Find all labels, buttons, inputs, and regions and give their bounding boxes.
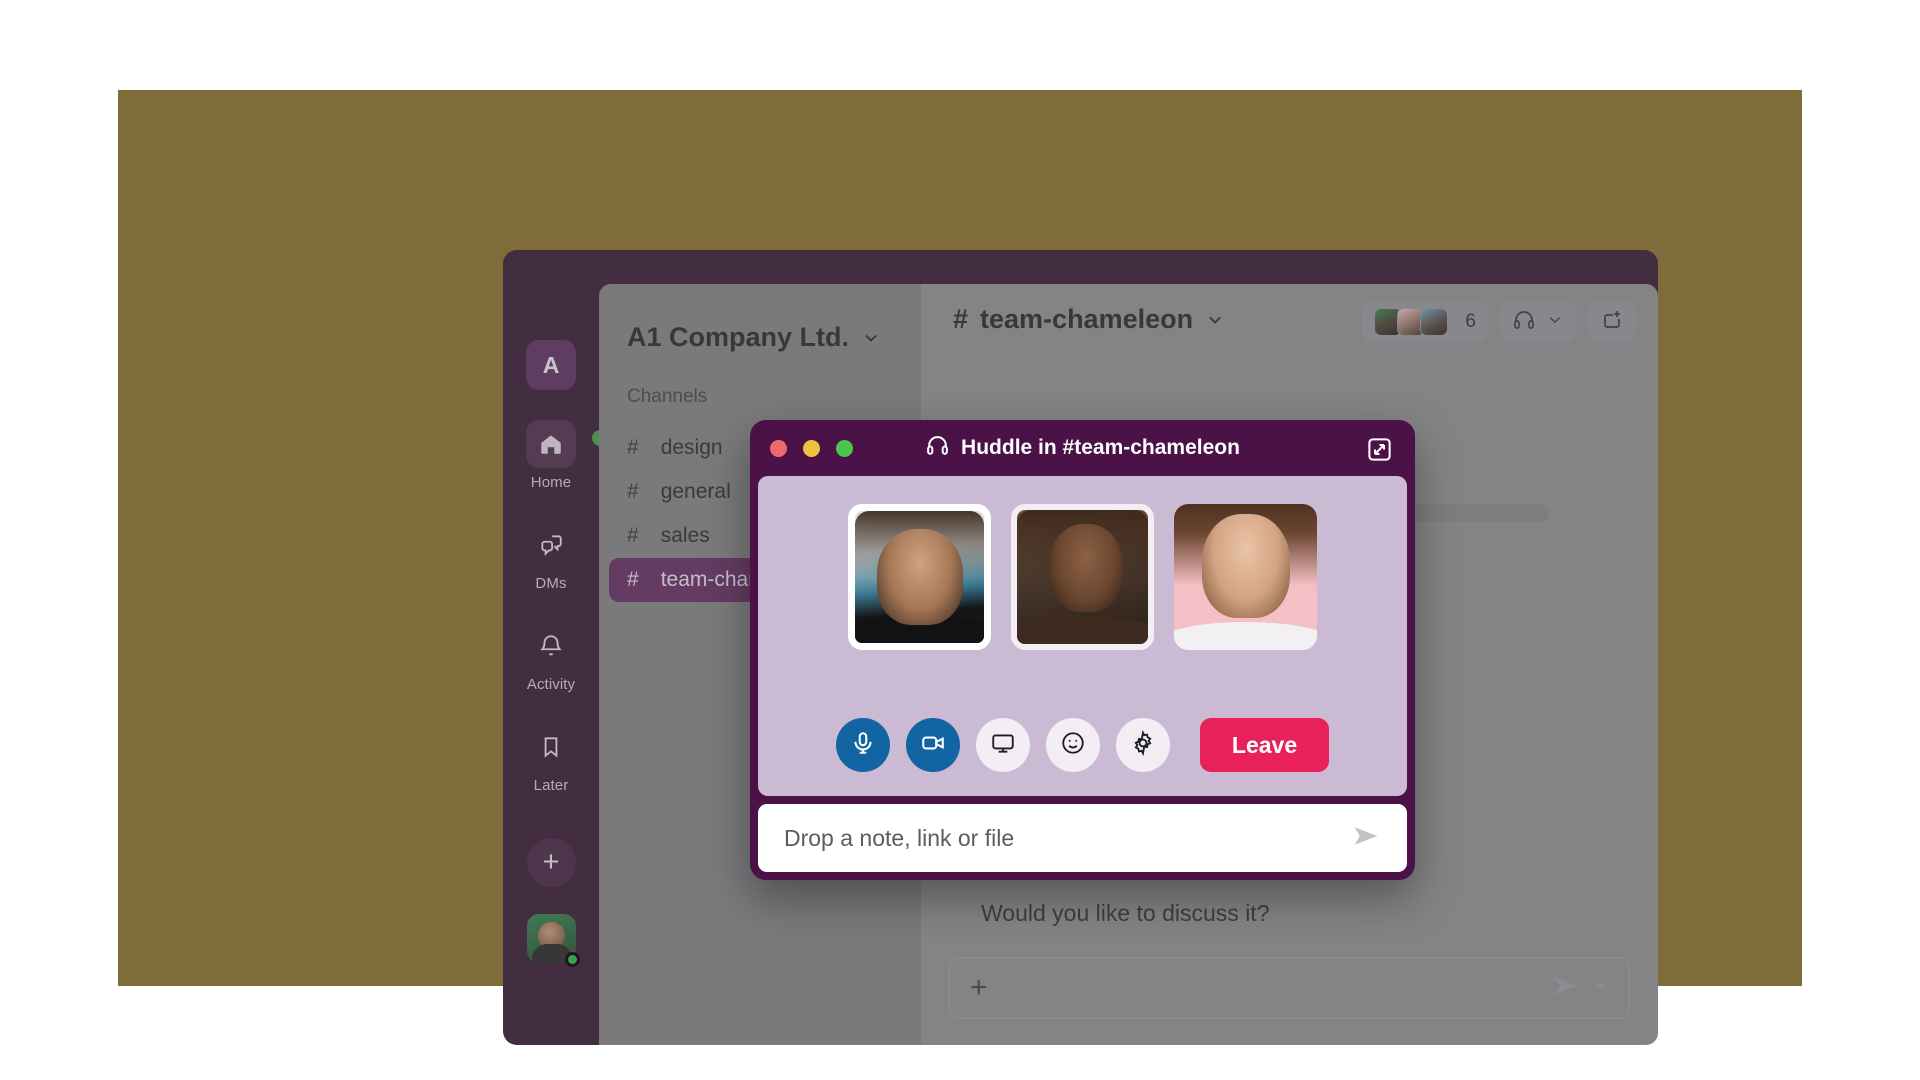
microphone-icon: [850, 730, 876, 761]
chevron-down-icon[interactable]: [1546, 311, 1564, 334]
workspace-badge[interactable]: A: [526, 340, 576, 390]
channel-name: sales: [660, 524, 710, 547]
sidebar-item-dms[interactable]: DMs: [514, 521, 588, 592]
maximize-button[interactable]: [836, 440, 853, 457]
channels-section-label: Channels: [627, 386, 708, 407]
chevron-down-icon: [1209, 316, 1221, 324]
channel-header: # team-chameleon 6: [921, 284, 1658, 356]
headphones-icon: [1512, 308, 1536, 337]
headphones-icon: [925, 433, 950, 464]
message-composer[interactable]: +: [949, 957, 1630, 1019]
member-facepile[interactable]: 6: [1362, 302, 1488, 342]
composer-actions: [1553, 973, 1609, 1004]
screen-icon: [990, 730, 1016, 761]
workspace-switcher[interactable]: A1 Company Ltd.: [627, 322, 881, 353]
sidebar-item-home[interactable]: Home: [514, 420, 588, 491]
note-input-placeholder[interactable]: Drop a note, link or file: [784, 825, 1014, 852]
microphone-button[interactable]: [835, 718, 890, 772]
participant-hair: [1017, 510, 1148, 588]
screen-share-button[interactable]: [975, 718, 1030, 772]
hash-icon: #: [627, 436, 639, 459]
huddle-title-text: Huddle in #team-chameleon: [961, 436, 1240, 459]
participant-tiles: [758, 504, 1407, 650]
channel-name: general: [660, 480, 731, 503]
huddle-controls: Leave: [758, 718, 1407, 772]
sidebar-item-later[interactable]: Later: [514, 723, 588, 794]
add-note-icon: [1600, 308, 1624, 337]
facepile: [1374, 308, 1449, 336]
hash-icon: #: [953, 304, 969, 334]
settings-button[interactable]: [1115, 718, 1170, 772]
leave-button[interactable]: Leave: [1199, 718, 1330, 772]
smiley-icon: [1060, 730, 1086, 761]
hash-icon: #: [627, 568, 639, 591]
reaction-button[interactable]: [1045, 718, 1100, 772]
huddle-title: Huddle in #team-chameleon: [925, 433, 1240, 464]
home-icon: [526, 420, 576, 468]
sidebar-item-label: Home: [530, 474, 572, 491]
avatar[interactable]: [526, 914, 580, 967]
sidebar-item-label: Activity: [526, 676, 576, 693]
participant-hair: [1174, 504, 1317, 589]
header-actions: 6: [1362, 302, 1636, 342]
huddle-button[interactable]: [1500, 302, 1576, 342]
icon-rail: A Home DMs Activity Later +: [503, 284, 599, 1045]
close-button[interactable]: [770, 440, 787, 457]
attach-plus-icon[interactable]: +: [970, 973, 988, 1003]
new-item-button[interactable]: +: [526, 838, 576, 887]
huddle-note-bar[interactable]: Drop a note, link or file: [758, 804, 1407, 872]
huddle-traffic-lights: [770, 440, 853, 457]
video-camera-icon: [920, 730, 946, 761]
participant-shoulders: [1174, 622, 1317, 650]
participant-hair: [855, 511, 984, 588]
chevron-down-icon: [865, 334, 877, 342]
participant-shoulders: [855, 615, 984, 643]
hash-icon: #: [627, 524, 639, 547]
add-note-button[interactable]: [1588, 302, 1636, 342]
huddle-stage: Leave: [758, 476, 1407, 796]
participant-tile[interactable]: [1174, 504, 1317, 650]
expand-icon[interactable]: [1366, 436, 1393, 463]
gear-icon: [1130, 729, 1156, 761]
video-button[interactable]: [905, 718, 960, 772]
message-text: Would you like to discuss it?: [981, 900, 1270, 926]
send-icon[interactable]: [1351, 821, 1381, 856]
workspace-name: A1 Company Ltd.: [627, 322, 850, 352]
channel-name: design: [660, 436, 723, 459]
page-title[interactable]: # team-chameleon: [953, 304, 1225, 335]
huddle-window: Huddle in #team-chameleon Leave Drop a n…: [750, 420, 1415, 880]
sidebar-item-activity[interactable]: Activity: [514, 622, 588, 693]
participant-tile[interactable]: [1011, 504, 1154, 650]
chat-bubbles-icon: [526, 521, 576, 569]
olive-stage: A Home DMs Activity Later + A1 Company L…: [118, 90, 1802, 1045]
hash-icon: #: [627, 480, 639, 503]
presence-indicator: [564, 952, 580, 967]
bookmark-icon: [526, 723, 576, 771]
channel-name: team-chameleon: [980, 304, 1194, 334]
huddle-titlebar: Huddle in #team-chameleon: [758, 420, 1407, 476]
send-icon[interactable]: [1553, 973, 1579, 1004]
participant-tile[interactable]: [848, 504, 991, 650]
member-count: 6: [1465, 311, 1476, 332]
chevron-down-icon[interactable]: [1593, 978, 1609, 999]
avatar: [1420, 308, 1449, 336]
bell-icon: [526, 622, 576, 670]
minimize-button[interactable]: [803, 440, 820, 457]
sidebar-item-label: DMs: [535, 575, 567, 592]
participant-shoulders: [1017, 616, 1148, 644]
sidebar-item-label: Later: [533, 777, 569, 794]
